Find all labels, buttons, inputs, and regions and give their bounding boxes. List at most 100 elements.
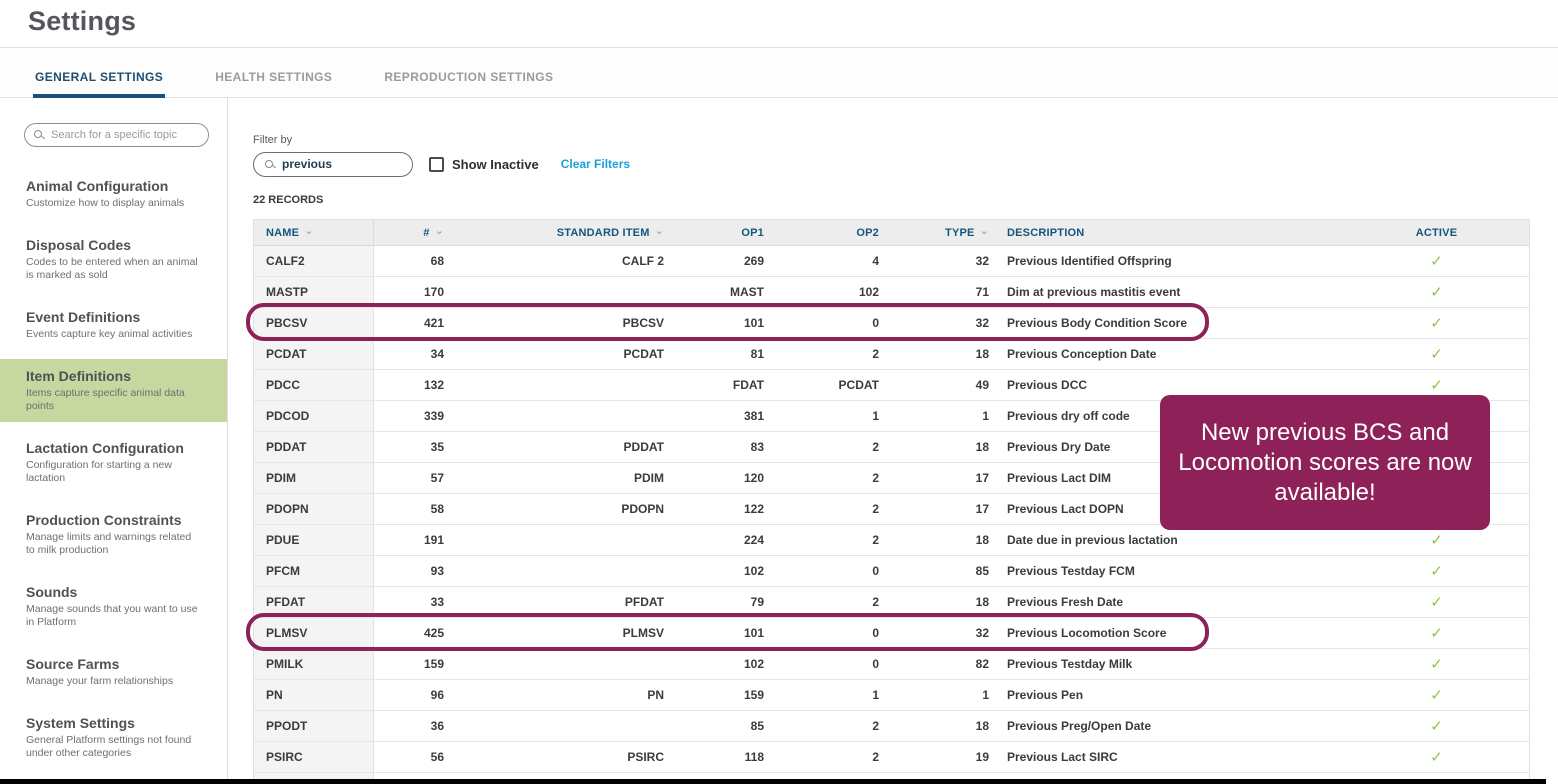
cell-op1: 83 [750, 440, 764, 454]
active-check-icon: ✓ [1430, 284, 1443, 301]
cell-number: 56 [430, 750, 444, 764]
tab-reproduction-settings[interactable]: REPRODUCTION SETTINGS [382, 70, 555, 98]
table-row[interactable]: PN 96 PN 159 1 1 Previous Pen ✓ [254, 680, 1529, 711]
cell-standard-item: PDOPN [621, 502, 664, 516]
column-header-name[interactable]: NAME ⌄ [254, 220, 374, 245]
cell-op2: 2 [872, 471, 879, 485]
bottom-bar [0, 779, 1546, 784]
sidebar: Animal Configuration Customize how to di… [0, 98, 228, 784]
table-row[interactable]: PLMSV 425 PLMSV 101 0 32 Previous Locomo… [254, 618, 1529, 649]
cell-standard-item: PDIM [634, 471, 664, 485]
cell-name: PFCM [254, 556, 374, 586]
cell-op2: 0 [872, 626, 879, 640]
active-check-icon: ✓ [1430, 377, 1443, 394]
sidebar-item-disposal-codes[interactable]: Disposal Codes Codes to be entered when … [0, 228, 227, 291]
table-row[interactable]: PPODT 36 85 2 18 Previous Preg/Open Date… [254, 711, 1529, 742]
sidebar-item-animal-configuration[interactable]: Animal Configuration Customize how to di… [0, 169, 227, 219]
cell-description: Previous Identified Offspring [1007, 254, 1172, 268]
active-check-icon: ✓ [1430, 315, 1443, 332]
sidebar-item-title: Source Farms [26, 656, 120, 672]
sidebar-search-input[interactable] [24, 123, 209, 147]
cell-name: PMILK [254, 649, 374, 679]
search-icon [265, 159, 273, 168]
cell-number: 159 [423, 657, 444, 671]
cell-description: Previous Fresh Date [1007, 595, 1124, 609]
sort-chevron-icon[interactable]: ⌄ [655, 224, 664, 237]
sidebar-item-subtitle: Customize how to display animals [26, 197, 185, 209]
table-row[interactable]: PCDAT 34 PCDAT 81 2 18 Previous Concepti… [254, 339, 1529, 370]
column-header-type[interactable]: TYPE ⌄ [879, 224, 989, 239]
sidebar-item-lactation-configuration[interactable]: Lactation Configuration Configuration fo… [0, 431, 227, 494]
cell-number: 33 [430, 595, 444, 609]
cell-type: 32 [975, 626, 989, 640]
filter-row: Show Inactive Clear Filters [253, 151, 1558, 177]
sidebar-item-subtitle: Manage limits and warnings related to mi… [26, 531, 192, 556]
cell-type: 19 [975, 750, 989, 764]
column-header-description: DESCRIPTION [1007, 226, 1085, 239]
sidebar-nav: Animal Configuration Customize how to di… [0, 169, 227, 769]
cell-type: 18 [975, 440, 989, 454]
tab-health-settings[interactable]: HEALTH SETTINGS [213, 70, 334, 98]
clear-filters-link[interactable]: Clear Filters [561, 157, 630, 171]
column-header-op2: OP2 [856, 226, 879, 239]
cell-op2: 0 [872, 564, 879, 578]
table-row[interactable]: PSIRC 56 PSIRC 118 2 19 Previous Lact SI… [254, 742, 1529, 773]
sidebar-item-event-definitions[interactable]: Event Definitions Events capture key ani… [0, 300, 227, 350]
column-header-standard-item[interactable]: STANDARD ITEM ⌄ [444, 224, 664, 239]
sidebar-item-system-settings[interactable]: System Settings General Platform setting… [0, 706, 227, 769]
cell-standard-item: CALF 2 [622, 254, 664, 268]
cell-op1: 102 [743, 564, 764, 578]
tab-general-settings[interactable]: GENERAL SETTINGS [33, 70, 166, 98]
table-row[interactable]: MASTP 170 MAST 102 71 Dim at previous ma… [254, 277, 1529, 308]
table-row[interactable]: CALF2 68 CALF 2 269 4 32 Previous Identi… [254, 246, 1529, 277]
sidebar-item-item-definitions[interactable]: Item Definitions Items capture specific … [0, 359, 227, 422]
cell-op1: 118 [744, 750, 764, 764]
sort-chevron-icon[interactable]: ⌄ [304, 224, 313, 237]
cell-op2: 2 [872, 750, 879, 764]
cell-number: 421 [423, 316, 444, 330]
sidebar-item-production-constraints[interactable]: Production Constraints Manage limits and… [0, 503, 227, 566]
table-row[interactable]: PMILK 159 102 0 82 Previous Testday Milk… [254, 649, 1529, 680]
filter-search-input[interactable] [253, 151, 413, 177]
show-inactive-label: Show Inactive [452, 156, 539, 172]
search-icon [34, 130, 42, 138]
sort-chevron-icon[interactable]: ⌄ [980, 224, 989, 237]
table-row[interactable]: PFDAT 33 PFDAT 79 2 18 Previous Fresh Da… [254, 587, 1529, 618]
cell-number: 425 [423, 626, 444, 640]
table-row[interactable]: PFCM 93 102 0 85 Previous Testday FCM ✓ [254, 556, 1529, 587]
sidebar-item-sounds[interactable]: Sounds Manage sounds that you want to us… [0, 575, 227, 638]
cell-name: MASTP [254, 277, 374, 307]
sort-chevron-icon[interactable]: ⌄ [435, 224, 444, 237]
cell-number: 191 [423, 533, 444, 547]
cell-number: 58 [430, 502, 444, 516]
cell-standard-item: PN [647, 688, 664, 702]
cell-type: 17 [975, 471, 989, 485]
cell-op1: 81 [750, 347, 764, 361]
app-header: Settings [0, 0, 1558, 48]
cell-op1: 120 [743, 471, 764, 485]
cell-number: 36 [430, 719, 444, 733]
show-inactive-toggle[interactable]: Show Inactive [429, 156, 539, 172]
cell-op2: 2 [872, 719, 879, 733]
cell-description: Previous DCC [1007, 378, 1088, 392]
sidebar-item-title: Lactation Configuration [26, 440, 184, 456]
column-header-number[interactable]: # ⌄ [374, 224, 444, 239]
sidebar-item-title: System Settings [26, 715, 135, 731]
show-inactive-checkbox[interactable] [429, 156, 444, 172]
cell-number: 132 [423, 378, 444, 392]
table-row[interactable]: PBCSV 421 PBCSV 101 0 32 Previous Body C… [254, 308, 1529, 339]
cell-name: PDIM [254, 463, 374, 493]
cell-name: PDCC [254, 370, 374, 400]
cell-op2: 0 [872, 316, 879, 330]
cell-op2: 2 [872, 595, 879, 609]
cell-type: 71 [975, 285, 989, 299]
sidebar-item-source-farms[interactable]: Source Farms Manage your farm relationsh… [0, 647, 227, 697]
active-check-icon: ✓ [1430, 749, 1443, 766]
cell-description: Previous Body Condition Score [1007, 316, 1188, 330]
cell-description: Date due in previous lactation [1007, 533, 1178, 547]
sidebar-item-subtitle: Codes to be entered when an animal is ma… [26, 256, 198, 281]
cell-op1: MAST [730, 285, 764, 299]
cell-name: PDDAT [254, 432, 374, 462]
cell-type: 1 [982, 409, 989, 423]
cell-description: Previous Conception Date [1007, 347, 1157, 361]
